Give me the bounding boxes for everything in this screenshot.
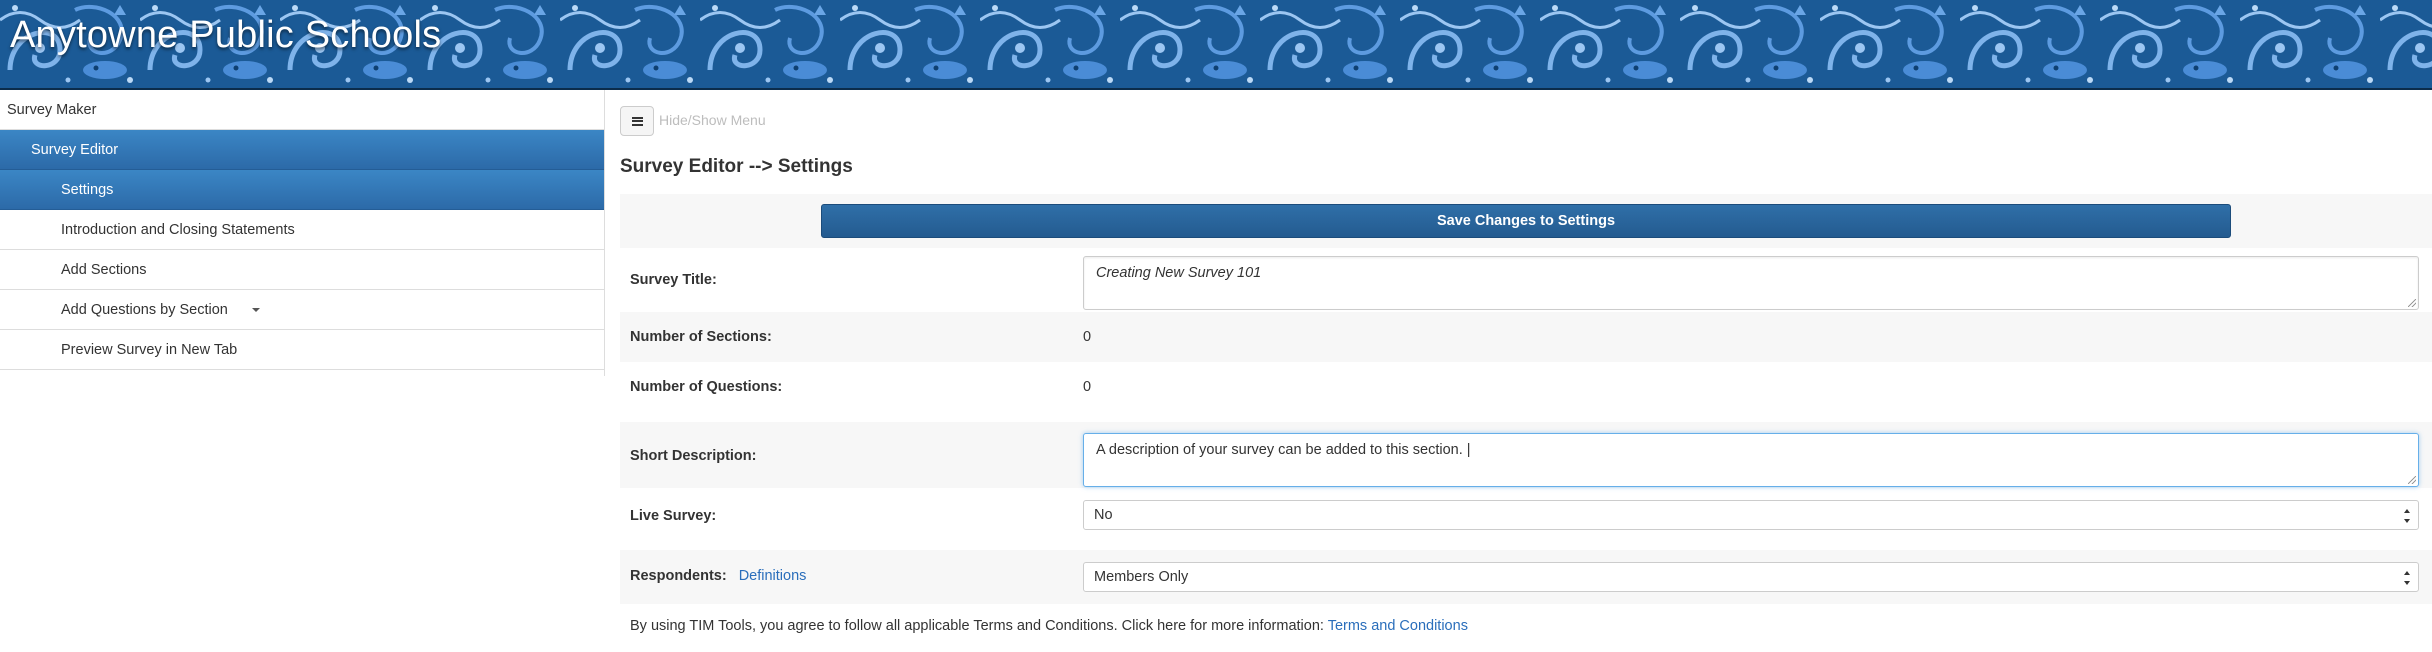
live-survey-select[interactable]: No <box>1083 500 2419 530</box>
page-title: Survey Editor --> Settings <box>620 156 853 177</box>
respondents-selected-value: Members Only <box>1094 569 1189 585</box>
respondents-select[interactable]: Members Only <box>1083 562 2419 592</box>
sidebar-item-label: Add Questions by Section <box>61 302 228 318</box>
sidebar-item-label: Introduction and Closing Statements <box>61 222 295 238</box>
respondents-label-group: Respondents: Definitions <box>630 568 806 584</box>
sidebar-item-survey-maker[interactable]: Survey Maker <box>0 90 604 130</box>
survey-title-input[interactable]: Creating New Survey 101 <box>1083 256 2419 310</box>
site-title: Anytowne Public Schools <box>10 14 442 56</box>
menu-toggle-label[interactable]: Hide/Show Menu <box>659 112 766 128</box>
field-row-live-survey: Live Survey: No <box>620 490 2432 542</box>
sidebar-item-add-sections[interactable]: Add Sections <box>0 250 604 290</box>
menu-toggle-button[interactable] <box>620 106 654 136</box>
definitions-link[interactable]: Definitions <box>739 568 807 584</box>
save-settings-button[interactable]: Save Changes to Settings <box>821 204 2231 238</box>
sidebar-item-intro-closing[interactable]: Introduction and Closing Statements <box>0 210 604 250</box>
select-arrows-icon <box>2404 571 2412 585</box>
resize-grip-icon[interactable] <box>2408 476 2416 484</box>
num-sections-label: Number of Sections: <box>630 329 772 345</box>
terms-notice: By using TIM Tools, you agree to follow … <box>630 618 1468 634</box>
sidebar-item-label: Survey Maker <box>7 102 97 118</box>
sidebar-item-survey-editor[interactable]: Survey Editor <box>0 130 604 170</box>
main-content: Hide/Show Menu Survey Editor --> Setting… <box>620 90 2432 652</box>
live-survey-label: Live Survey: <box>630 508 717 524</box>
resize-grip-icon[interactable] <box>2408 299 2416 307</box>
select-arrows-icon <box>2404 509 2412 523</box>
short-description-value: A description of your survey can be adde… <box>1096 442 1471 458</box>
short-description-input[interactable]: A description of your survey can be adde… <box>1083 433 2419 487</box>
sidebar-item-settings[interactable]: Settings <box>0 170 604 210</box>
survey-title-label: Survey Title: <box>630 272 717 288</box>
sidebar-item-label: Preview Survey in New Tab <box>61 342 238 358</box>
field-row-short-description: Short Description: A description of your… <box>620 422 2432 488</box>
field-row-num-questions: Number of Questions: 0 <box>620 362 2432 412</box>
sidebar-item-label: Settings <box>61 182 114 198</box>
field-row-num-sections: Number of Sections: 0 <box>620 312 2432 362</box>
hamburger-icon <box>631 116 643 126</box>
respondents-label: Respondents: <box>630 568 727 584</box>
sidebar-item-add-questions[interactable]: Add Questions by Section <box>0 290 604 330</box>
sidebar-nav: Survey Maker Survey Editor Settings Intr… <box>0 90 605 376</box>
header-banner: Anytowne Public Schools <box>0 0 2432 90</box>
num-questions-label: Number of Questions: <box>630 379 783 395</box>
short-description-label: Short Description: <box>630 448 757 464</box>
terms-text: By using TIM Tools, you agree to follow … <box>630 618 1324 634</box>
num-questions-value: 0 <box>1083 379 1092 395</box>
field-row-respondents: Respondents: Definitions Members Only <box>620 550 2432 604</box>
num-sections-value: 0 <box>1083 329 1092 345</box>
field-row-survey-title: Survey Title: Creating New Survey 101 <box>620 248 2432 312</box>
survey-title-value: Creating New Survey 101 <box>1096 265 1262 281</box>
sidebar-item-preview-survey[interactable]: Preview Survey in New Tab <box>0 330 604 370</box>
save-row: Save Changes to Settings <box>620 194 2432 248</box>
sidebar-item-label: Add Sections <box>61 262 147 278</box>
sidebar-item-label: Survey Editor <box>31 142 119 158</box>
live-survey-selected-value: No <box>1094 507 1113 523</box>
caret-down-icon[interactable] <box>251 308 260 313</box>
terms-and-conditions-link[interactable]: Terms and Conditions <box>1328 618 1468 634</box>
